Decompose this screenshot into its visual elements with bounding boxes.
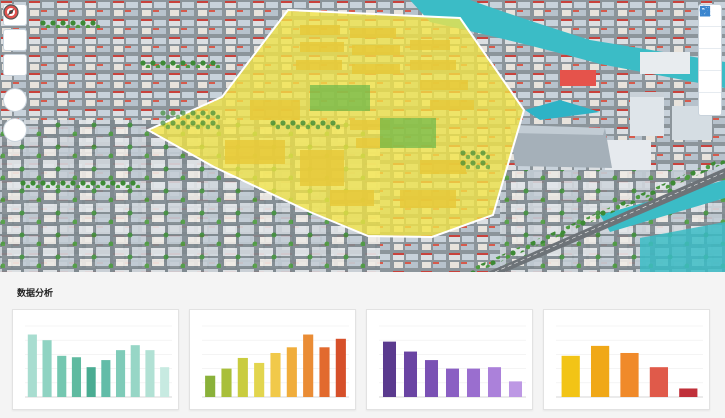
bar[interactable] <box>130 345 140 397</box>
bar[interactable] <box>160 367 170 397</box>
bar[interactable] <box>424 360 439 397</box>
analysis-panel: 数据分析 <box>0 272 725 418</box>
bar-chart-4 <box>556 325 703 398</box>
bar[interactable] <box>466 368 481 397</box>
bar[interactable] <box>270 352 281 397</box>
bar[interactable] <box>382 341 397 397</box>
bar[interactable] <box>649 367 669 397</box>
bar[interactable] <box>205 375 216 397</box>
bar[interactable] <box>590 345 610 397</box>
bar-chart-3 <box>379 325 526 398</box>
map-toolbar-left <box>3 4 29 142</box>
fullscreen-icon <box>699 5 711 17</box>
bar-chart-2 <box>202 325 349 398</box>
bar[interactable] <box>403 351 418 397</box>
locate-button[interactable] <box>3 5 27 112</box>
map-toolbar-right <box>698 4 722 116</box>
fullscreen-button[interactable] <box>699 5 721 115</box>
bar[interactable] <box>679 388 698 397</box>
app-root: 数据分析 <box>0 0 725 418</box>
bar[interactable] <box>71 357 82 397</box>
bar[interactable] <box>620 352 639 397</box>
bar[interactable] <box>42 340 52 397</box>
compass-button[interactable] <box>3 4 27 142</box>
bar[interactable] <box>237 357 248 397</box>
chart-card-4 <box>543 309 710 410</box>
bar[interactable] <box>508 381 523 397</box>
bar[interactable] <box>57 355 67 397</box>
bar[interactable] <box>445 368 460 397</box>
city-map-canvas[interactable] <box>0 0 725 272</box>
bar[interactable] <box>86 367 96 397</box>
bar[interactable] <box>335 338 346 397</box>
map-view[interactable] <box>0 0 725 272</box>
bar[interactable] <box>561 355 580 397</box>
bar[interactable] <box>254 362 265 397</box>
draw-button[interactable] <box>699 6 721 93</box>
chart-card-2 <box>189 309 356 410</box>
bar-chart-1 <box>25 325 172 398</box>
bar[interactable] <box>145 350 155 397</box>
chart-card-1 <box>12 309 179 410</box>
bar[interactable] <box>221 368 232 397</box>
layers-button[interactable] <box>699 6 721 49</box>
bar[interactable] <box>303 334 314 397</box>
panel-title: 数据分析 <box>17 288 54 298</box>
globe-button[interactable] <box>699 6 721 71</box>
compass-icon <box>3 4 19 20</box>
zoom-out-button[interactable] <box>3 10 27 76</box>
bar[interactable] <box>319 347 330 397</box>
zoom-in-button[interactable] <box>3 5 27 51</box>
chart-card-3 <box>366 309 533 410</box>
bar[interactable] <box>27 334 37 397</box>
bar[interactable] <box>487 367 502 397</box>
bar[interactable] <box>286 347 297 397</box>
bar[interactable] <box>101 360 111 397</box>
bar[interactable] <box>115 350 126 397</box>
